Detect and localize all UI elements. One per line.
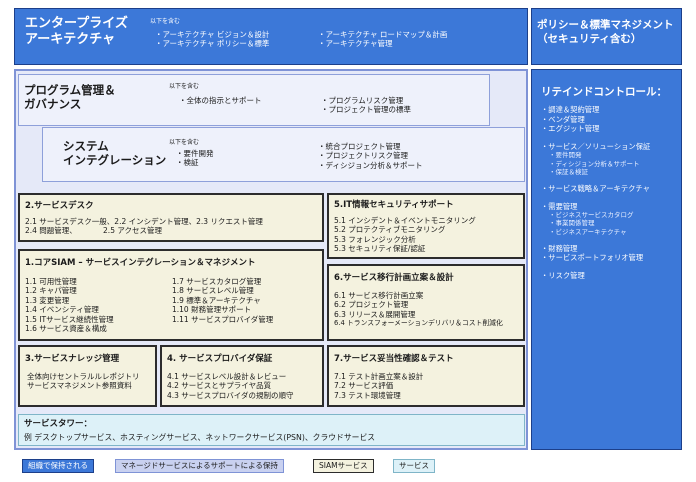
system-integration-title: システム インテグレーション: [63, 139, 167, 167]
sysint-includes-label: 以下を含む: [169, 139, 200, 146]
service-towers-title: サービスタワー：: [24, 419, 93, 429]
it-security-box: 5.IT情報セキュリティサポート 5.1 インシデント＆イベントモニタリング 5…: [327, 193, 525, 259]
enterprise-items-col1: ・アーキテクチャ ビジョン＆設計 ・アーキテクチャ ポリシー＆標準: [155, 30, 270, 49]
retained-controls-list: ・調達＆契約管理 ・ベンダ管理 ・エグジット管理 ・サービス／ソリューション保証…: [541, 105, 679, 281]
core-siam-left: 1.1 可用性管理 1.2 キャパ管理 1.3 変更管理 1.4 イベンシティ管…: [25, 277, 114, 334]
service-transition-box: 6.サービス移行計画立案＆設計 6.1 サービス移行計画立案 6.2 プロジェク…: [327, 264, 525, 341]
program-management-title: プログラム管理＆ ガバナンス: [24, 83, 116, 111]
validation-testing-title: 7.サービス妥当性確認＆テスト: [334, 354, 454, 364]
knowledge-management-items: 全体向けセントラルルレポジトリ サービスマネジメント参照資料: [27, 372, 140, 391]
provider-assurance-title: 4. サービスプロバイダ保証: [167, 354, 273, 364]
core-siam-right: 1.7 サービスカタログ管理 1.8 サービスレベル管理 1.9 標準＆アーキテ…: [172, 277, 274, 324]
service-transition-items: 6.1 サービス移行計画立案 6.2 プロジェクト管理 6.3 リリース＆展開管…: [334, 291, 503, 328]
policy-standards-title: ポリシー＆標準マネジメント （セキュリティ含む）: [537, 19, 674, 45]
provider-assurance-items: 4.1 サービスレベル設計＆レビュー 4.2 サービスとサプライヤ品質 4.3 …: [167, 372, 294, 400]
enterprise-architecture-title: エンタープライズ アーキテクチャ: [25, 16, 128, 47]
legend-service: サービス: [393, 459, 435, 473]
it-security-items: 5.1 インシデント＆イベントモニタリング 5.2 プロテクティブモニタリング …: [334, 216, 476, 254]
retained-group-5: ・財務管理 ・サービスポートフォリオ管理: [541, 243, 644, 263]
legend-siam-service: SIAMサービス: [313, 459, 374, 473]
program-includes-label: 以下を含む: [169, 83, 200, 90]
knowledge-management-title: 3.サービスナレッジ管理: [25, 354, 120, 364]
core-siam-title: 1.コアSIAM – サービスインテグレーション＆マネジメント: [25, 258, 256, 268]
enterprise-items-col2: ・アーキテクチャ ロードマップ＆計画 ・アーキテクチャ管理: [318, 30, 448, 49]
retained-group-2: ・サービス／ソリューション保証 ・要件開発 ・ディシジョン分析＆サポート ・保証…: [541, 141, 651, 176]
retained-group-4: ・需要管理 ・ビジネスサービスカタログ ・事業関係管理 ・ビジネスアーキテクチャ: [541, 201, 634, 236]
system-integration-box: システム インテグレーション 以下を含む ・要件開発 ・検証 ・統合プロジェクト…: [42, 127, 525, 182]
service-towers-text: 例 デスクトップサービス、ホスティングサービス、ネットワークサービス(PSN)、…: [24, 433, 376, 442]
enterprise-includes-label: 以下を含む: [150, 18, 181, 25]
validation-testing-items: 7.1 テスト計画立案＆設計 7.2 サービス評価 7.3 テスト環境管理: [334, 372, 424, 400]
retained-group-6: ・リスク管理: [541, 270, 585, 280]
service-transition-title: 6.サービス移行計画立案＆設計: [334, 273, 454, 283]
service-desk-box: 2.サービスデスク 2.1 サービスデスク一般、2.2 インシデント管理、2.3…: [18, 193, 324, 242]
core-siam-box: 1.コアSIAM – サービスインテグレーション＆マネジメント 1.1 可用性管…: [18, 249, 324, 341]
validation-testing-box: 7.サービス妥当性確認＆テスト 7.1 テスト計画立案＆設計 7.2 サービス評…: [327, 345, 525, 407]
policy-standards-box: ポリシー＆標準マネジメント （セキュリティ含む）: [531, 8, 682, 65]
program-items-right: ・プログラムリスク管理 ・プロジェクト管理の標準: [321, 96, 411, 115]
retained-group-1: ・調達＆契約管理 ・ベンダ管理 ・エグジット管理: [541, 105, 600, 134]
enterprise-architecture-box: エンタープライズ アーキテクチャ 以下を含む ・アーキテクチャ ビジョン＆設計 …: [14, 8, 528, 65]
provider-assurance-box: 4. サービスプロバイダ保証 4.1 サービスレベル設計＆レビュー 4.2 サー…: [160, 345, 324, 407]
retained-controls-title: リテインドコントロール：: [541, 86, 667, 98]
legend-managed-services: マネージドサービスによるサポートによる保持: [115, 459, 284, 473]
legend-retained: 組織で保持される: [22, 459, 94, 473]
program-management-box: プログラム管理＆ ガバナンス 以下を含む ・全体の指示とサポート ・プログラムリ…: [18, 74, 490, 126]
retained-controls-box: リテインドコントロール： ・調達＆契約管理 ・ベンダ管理 ・エグジット管理 ・サ…: [531, 69, 682, 450]
retained-group-3: ・サービス戦略＆アーキテクチャ: [541, 183, 650, 193]
sysint-items-right: ・統合プロジェクト管理 ・プロジェクトリスク管理 ・ディシジョン分析＆サポート: [318, 142, 423, 170]
service-desk-lines: 2.1 サービスデスク一般、2.2 インシデント管理、2.3 リクエスト管理 2…: [25, 217, 263, 236]
knowledge-management-box: 3.サービスナレッジ管理 全体向けセントラルルレポジトリ サービスマネジメント参…: [18, 345, 157, 407]
sysint-items-left: ・要件開発 ・検証: [176, 149, 214, 168]
service-towers-box: サービスタワー： 例 デスクトップサービス、ホスティングサービス、ネットワークサ…: [18, 414, 525, 446]
program-item-left: ・全体の指示とサポート: [179, 96, 262, 105]
it-security-title: 5.IT情報セキュリティサポート: [334, 200, 454, 210]
service-desk-title: 2.サービスデスク: [25, 201, 94, 211]
